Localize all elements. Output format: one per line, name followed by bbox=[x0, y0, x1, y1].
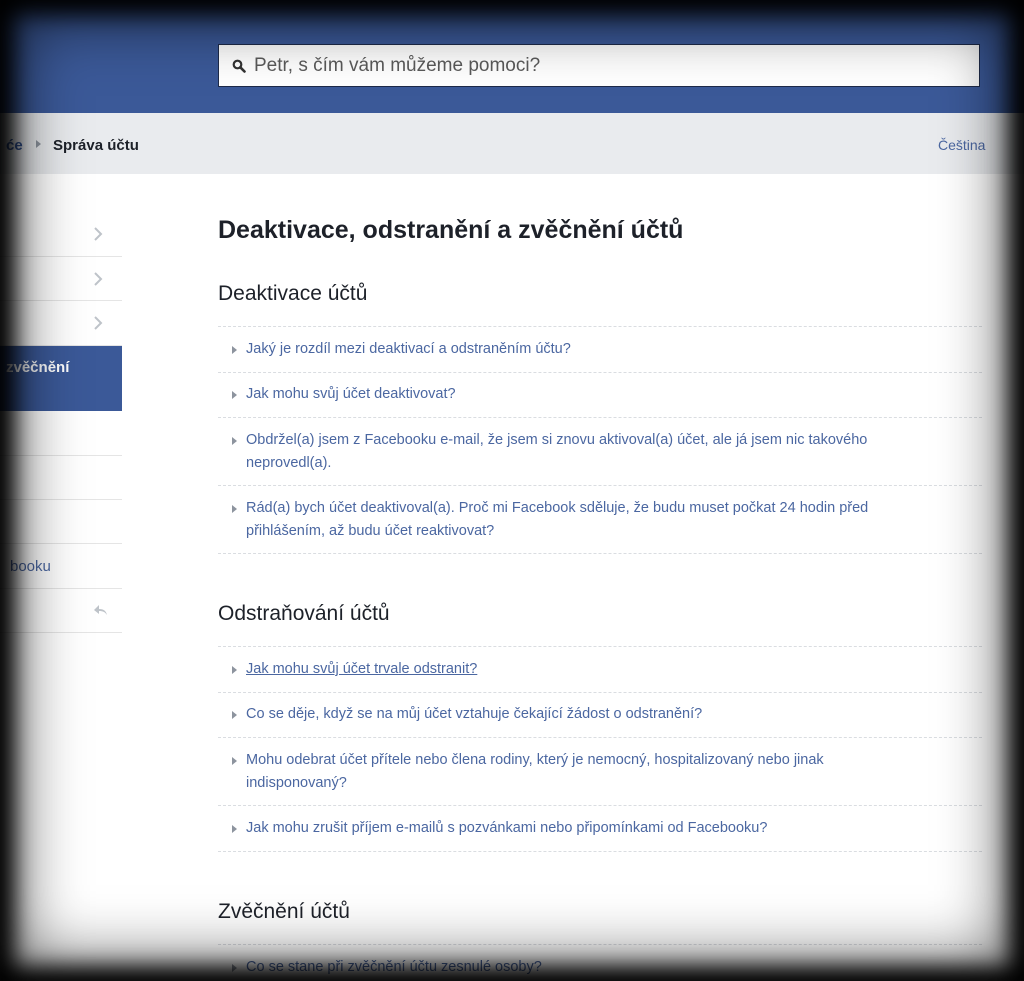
chevron-right-icon bbox=[94, 271, 103, 286]
bullet-arrow-icon bbox=[232, 757, 237, 765]
breadcrumb-parent-link[interactable]: će bbox=[6, 137, 23, 154]
question-item[interactable]: Co se stane při zvěčnění účtu zesnulé os… bbox=[218, 945, 982, 981]
search-icon bbox=[232, 59, 246, 73]
bullet-arrow-icon bbox=[232, 437, 237, 445]
bullet-arrow-icon bbox=[232, 666, 237, 674]
page-title: Deaktivace, odstranění a zvěčnění účtů bbox=[218, 216, 684, 244]
bullet-arrow-icon bbox=[232, 825, 237, 833]
section-title-deactivation: Deaktivace účtů bbox=[218, 282, 368, 305]
question-link[interactable]: Obdržel(a) jsem z Facebooku e-mail, že j… bbox=[246, 429, 922, 475]
question-link[interactable]: Co se stane při zvěčnění účtu zesnulé os… bbox=[246, 956, 922, 979]
breadcrumb-bar bbox=[0, 113, 1024, 174]
section-title-deletion: Odstraňování účtů bbox=[218, 602, 390, 625]
bullet-arrow-icon bbox=[232, 964, 237, 972]
question-list-memorialization: Co se stane při zvěčnění účtu zesnulé os… bbox=[218, 944, 982, 981]
question-link[interactable]: Jak mohu zrušit příjem e-mailů s pozvánk… bbox=[246, 817, 922, 840]
question-link[interactable]: Rád(a) bych účet deaktivoval(a). Proč mi… bbox=[246, 497, 922, 543]
question-item[interactable]: Rád(a) bych účet deaktivoval(a). Proč mi… bbox=[218, 486, 982, 554]
question-link[interactable]: Co se děje, když se na můj účet vztahuje… bbox=[246, 703, 922, 726]
question-item[interactable]: Mohu odebrat účet přítele nebo člena rod… bbox=[218, 738, 982, 806]
question-item[interactable]: Jaký je rozdíl mezi deaktivací a odstran… bbox=[218, 327, 982, 373]
bullet-arrow-icon bbox=[232, 391, 237, 399]
breadcrumb-current: Správa účtu bbox=[53, 137, 139, 154]
question-item[interactable]: Co se děje, když se na můj účet vztahuje… bbox=[218, 693, 982, 738]
question-link[interactable]: Jaký je rozdíl mezi deaktivací a odstran… bbox=[246, 338, 922, 361]
section-title-memorialization: Zvěčnění účtů bbox=[218, 900, 350, 923]
top-header bbox=[0, 0, 1024, 113]
sidebar-item-1[interactable] bbox=[0, 211, 122, 257]
question-list-deactivation: Jaký je rozdíl mezi deaktivací a odstran… bbox=[218, 326, 982, 554]
question-link[interactable]: Jak mohu svůj účet deaktivovat? bbox=[246, 383, 922, 406]
sidebar-back-item[interactable] bbox=[0, 589, 122, 633]
breadcrumb-arrow-icon bbox=[36, 140, 41, 148]
sidebar-item-2[interactable] bbox=[0, 257, 122, 301]
language-selector[interactable]: Čeština bbox=[938, 137, 985, 153]
help-center-page: će Správa účtu Čeština zvěčnění booku De… bbox=[0, 0, 1024, 981]
chevron-right-icon bbox=[94, 226, 103, 241]
sidebar-subitem-2[interactable] bbox=[0, 456, 122, 500]
search-input[interactable] bbox=[254, 54, 979, 77]
sidebar-subitem-3[interactable] bbox=[0, 500, 122, 544]
sidebar-subitem-1[interactable] bbox=[0, 411, 122, 456]
bullet-arrow-icon bbox=[232, 711, 237, 719]
question-link[interactable]: Mohu odebrat účet přítele nebo člena rod… bbox=[246, 749, 922, 795]
bullet-arrow-icon bbox=[232, 346, 237, 354]
question-item[interactable]: Jak mohu zrušit příjem e-mailů s pozvánk… bbox=[218, 806, 982, 852]
question-link-hovered[interactable]: Jak mohu svůj účet trvale odstranit? bbox=[246, 658, 922, 681]
sidebar-item-3[interactable] bbox=[0, 301, 122, 346]
search-box[interactable] bbox=[218, 44, 980, 87]
chevron-right-icon bbox=[94, 316, 103, 330]
question-item[interactable]: Jak mohu svůj účet trvale odstranit? bbox=[218, 647, 982, 693]
question-item[interactable]: Jak mohu svůj účet deaktivovat? bbox=[218, 373, 982, 418]
sidebar-link-label: booku bbox=[10, 558, 51, 575]
sidebar-item-active[interactable]: zvěčnění bbox=[0, 346, 122, 411]
bullet-arrow-icon bbox=[232, 505, 237, 513]
back-arrow-icon bbox=[94, 605, 107, 615]
sidebar-facebook-link[interactable]: booku bbox=[0, 544, 122, 589]
sidebar-active-label: zvěčnění bbox=[6, 359, 70, 376]
question-list-deletion: Jak mohu svůj účet trvale odstranit? Co … bbox=[218, 646, 982, 852]
question-item[interactable]: Obdržel(a) jsem z Facebooku e-mail, že j… bbox=[218, 418, 982, 486]
